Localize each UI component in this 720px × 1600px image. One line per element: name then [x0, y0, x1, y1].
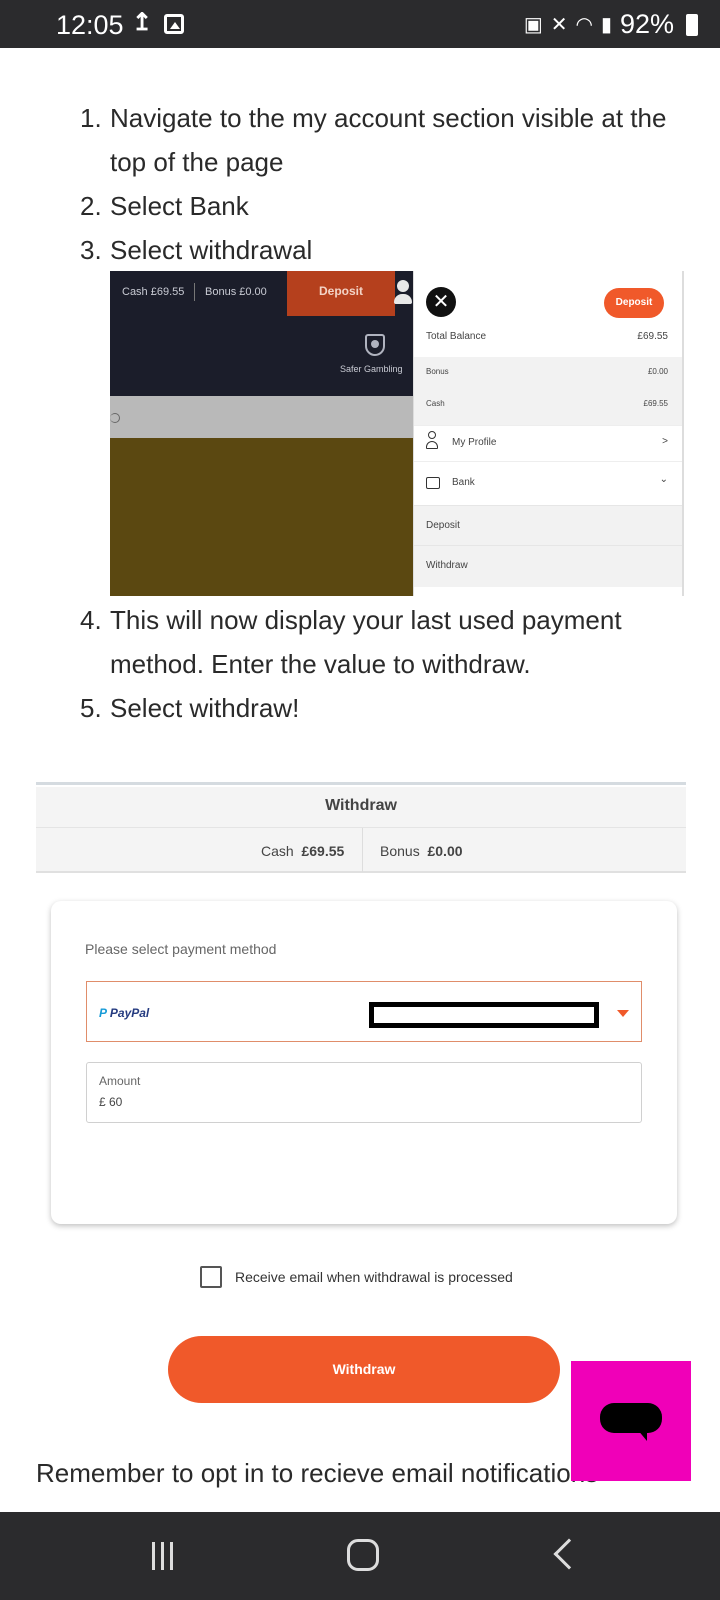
cash-label: Cash [261, 843, 294, 859]
step-number: 3. [80, 235, 102, 265]
email-opt-in-label[interactable]: Receive email when withdrawal is process… [235, 1269, 513, 1285]
payment-method-label: Please select payment method [85, 941, 277, 957]
safer-gambling-label: Safer Gambling [340, 364, 403, 374]
withdraw-cash-balance: Cash £69.55 [261, 843, 344, 859]
my-account-icon[interactable] [393, 278, 413, 308]
site-background: Cash £69.55 Bonus £0.00 Deposit Safer Ga… [110, 271, 413, 596]
chevron-right-icon: > [662, 436, 668, 447]
step-item: 3. Select withdrawal [80, 228, 690, 272]
amount-label: Amount [99, 1074, 141, 1088]
step-number: 2. [80, 191, 102, 221]
profile-icon [426, 431, 438, 451]
steps-list-2: 4. This will now display your last used p… [80, 598, 690, 730]
home-icon[interactable] [347, 1539, 379, 1571]
bank-item[interactable]: Bank ⌄ [414, 461, 682, 505]
amount-field[interactable]: Amount £ 60 [86, 1062, 642, 1123]
total-balance-label: Total Balance [426, 331, 487, 342]
site-header: Cash £69.55 Bonus £0.00 Deposit [110, 271, 413, 316]
step-number: 4. [80, 605, 102, 635]
chat-button[interactable] [571, 1361, 691, 1481]
header-cash: Cash £69.55 [122, 286, 185, 298]
redacted-account-box [369, 1002, 599, 1028]
bank-icon [426, 477, 440, 489]
site-grey-strip [110, 396, 413, 438]
steps-list-1: 1. Navigate to the my account section vis… [80, 96, 690, 272]
chevron-down-icon [617, 1010, 629, 1017]
withdraw-button[interactable]: Withdraw [168, 1336, 560, 1403]
bank-withdraw-item[interactable]: Withdraw [414, 545, 682, 587]
account-panel: ✕ Deposit Total Balance £69.55 Bonus £0.… [413, 271, 684, 596]
close-icon[interactable]: ✕ [426, 287, 456, 317]
upload-icon: ↥ [132, 9, 153, 36]
bonus-label: Bonus [426, 367, 449, 376]
cash-value: £69.55 [643, 399, 668, 408]
step-text: Select withdrawal [110, 235, 313, 265]
withdraw-top-border [36, 782, 686, 785]
bank-withdraw-label: Withdraw [426, 560, 468, 571]
payment-method-select[interactable]: P PayPal [86, 981, 642, 1042]
battery-percent: 92% [619, 9, 674, 39]
email-opt-in-checkbox[interactable] [200, 1266, 222, 1288]
chevron-down-icon: ⌄ [659, 474, 668, 485]
bank-deposit-label: Deposit [426, 520, 460, 531]
my-profile-label: My Profile [452, 437, 497, 448]
gallery-icon [164, 14, 184, 34]
account-menu-screenshot: Cash £69.55 Bonus £0.00 Deposit Safer Ga… [110, 271, 684, 596]
bank-deposit-item[interactable]: Deposit [414, 505, 682, 545]
my-profile-item[interactable]: My Profile > [414, 425, 682, 461]
cash-value: £69.55 [301, 843, 345, 859]
header-bonus: Bonus £0.00 [205, 286, 267, 298]
page-root: 12:05 ↥ ▣ ✕ ◠ ▮ 92% 1. Navigate to the my… [0, 0, 720, 1600]
data-saver-icon: ▣ [523, 13, 543, 36]
bonus-row: Bonus £0.00 [414, 357, 682, 389]
status-right-group: ▣ ✕ ◠ ▮ 92% [524, 9, 698, 40]
step-item: 1. Navigate to the my account section vis… [80, 96, 690, 184]
step-text: Navigate to the my account section visib… [110, 103, 667, 177]
recent-apps-icon[interactable] [150, 1542, 176, 1570]
site-nav-area [110, 316, 413, 396]
chat-icon-tail [637, 1429, 647, 1441]
step-text: Select Bank [110, 191, 249, 221]
withdraw-title: Withdraw [36, 787, 686, 827]
arc-icon [110, 413, 120, 423]
paypal-logo: P PayPal [99, 1006, 150, 1020]
paypal-text: PayPal [109, 1006, 150, 1020]
step-item: 4. This will now display your last used p… [80, 598, 690, 686]
remember-note: Remember to opt in to recieve email noti… [36, 1458, 599, 1488]
total-balance-row: Total Balance £69.55 [414, 331, 682, 357]
battery-icon [686, 13, 698, 36]
back-icon[interactable] [553, 1538, 585, 1570]
step-item: 2. Select Bank [80, 184, 690, 228]
step-number: 5. [80, 693, 102, 723]
chat-icon [600, 1403, 662, 1433]
cash-label: Cash [426, 399, 445, 408]
panel-deposit-button[interactable]: Deposit [604, 288, 664, 318]
shield-icon [365, 334, 385, 356]
step-item: 5. Select withdraw! [80, 686, 690, 730]
total-balance-value: £69.55 [637, 331, 668, 342]
signal-icon: ▮ [600, 13, 612, 36]
bank-label: Bank [452, 477, 475, 488]
header-deposit-button[interactable]: Deposit [287, 271, 395, 316]
status-time: 12:05 [56, 10, 124, 40]
header-separator [194, 283, 195, 301]
cash-row: Cash £69.55 [414, 389, 682, 425]
balance-tabs: Cash £69.55 Bonus £0.00 [36, 827, 686, 873]
balance-divider [362, 828, 363, 872]
amount-value[interactable]: £ 60 [99, 1095, 122, 1109]
wifi-icon: ◠ [575, 13, 593, 36]
navigation-bar [0, 1512, 720, 1600]
withdraw-form-card: Please select payment method P PayPal Am… [51, 901, 677, 1224]
step-text: This will now display your last used pay… [110, 605, 622, 679]
site-content-overlay [110, 438, 413, 596]
step-number: 1. [80, 103, 102, 133]
bonus-value: £0.00 [647, 367, 668, 376]
step-text: Select withdraw! [110, 693, 300, 723]
bonus-label: Bonus [380, 843, 420, 859]
withdraw-bonus-balance: Bonus £0.00 [380, 843, 463, 859]
status-bar: 12:05 ↥ ▣ ✕ ◠ ▮ 92% [0, 0, 720, 48]
mute-icon: ✕ [550, 13, 568, 36]
bonus-value: £0.00 [427, 843, 463, 859]
